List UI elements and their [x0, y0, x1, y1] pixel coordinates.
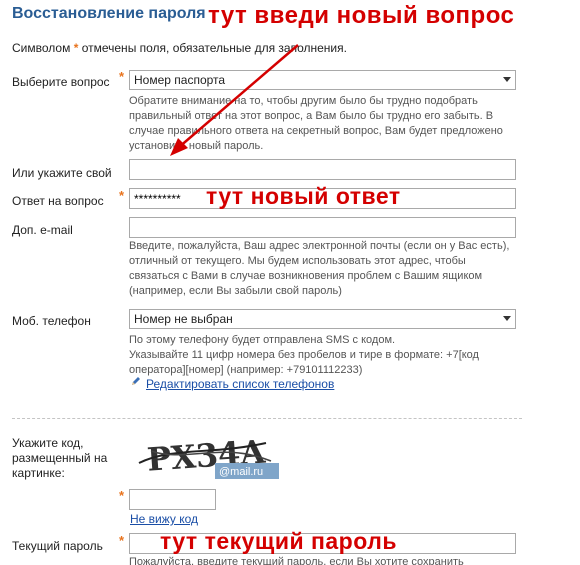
annotation-arrow-icon: [170, 44, 299, 156]
